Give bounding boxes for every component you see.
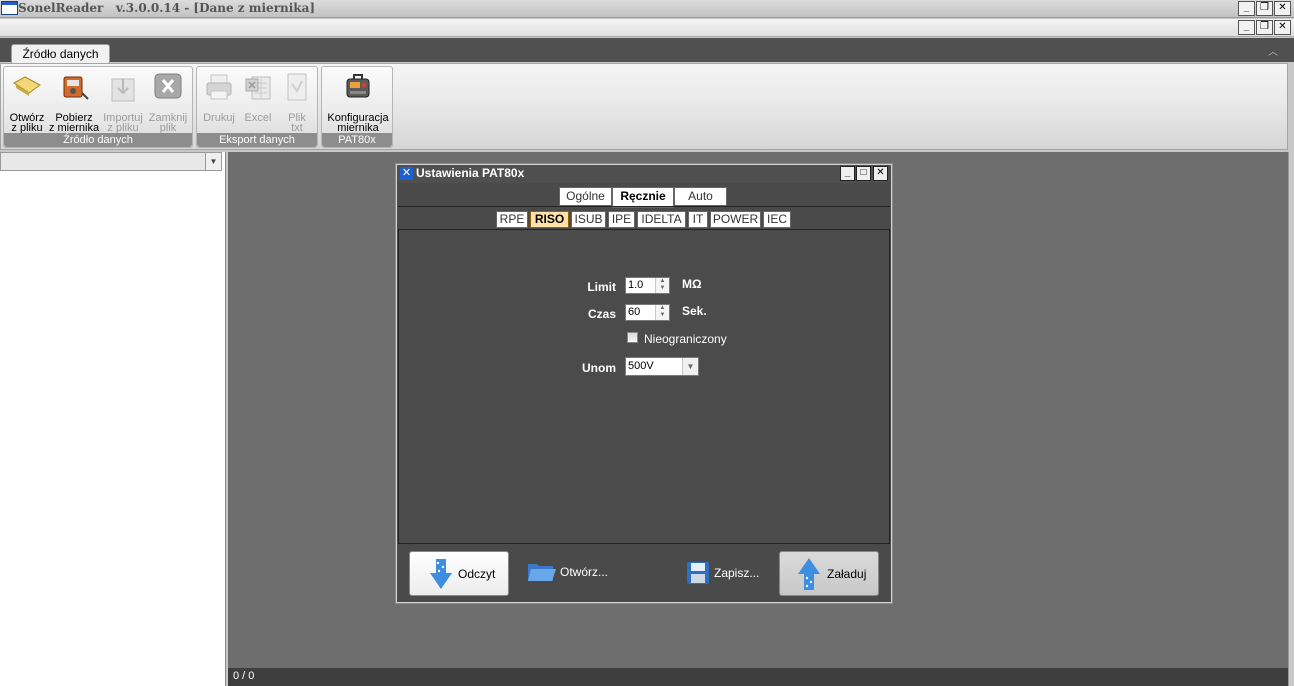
unom-value: 500V	[628, 360, 654, 372]
mdi-window-icon[interactable]	[1, 1, 18, 15]
unlimited-label[interactable]: Nieograniczony	[644, 332, 727, 346]
mdi-minimize-button[interactable]: _	[1238, 20, 1255, 35]
chevron-down-icon[interactable]: ▼	[205, 153, 221, 170]
subtab-iec[interactable]: IEC	[763, 211, 791, 228]
app-title: SonelReader v.3.0.0.14 - [Dane z miernik…	[18, 1, 316, 15]
subtab-it[interactable]: IT	[688, 211, 708, 228]
save-disk-icon[interactable]	[686, 561, 710, 585]
folder-open-icon	[13, 76, 41, 96]
czas-unit: Sek.	[682, 304, 707, 318]
unlimited-checkbox[interactable]	[627, 332, 638, 343]
czas-label: Czas	[587, 307, 616, 321]
chevron-down-icon[interactable]: ▼	[682, 358, 698, 375]
status-bar	[228, 668, 1288, 686]
subtab-isub[interactable]: ISUB	[571, 211, 606, 228]
save-button[interactable]: Zapisz...	[714, 566, 759, 580]
meter-config-label: Konfiguracja miernika	[327, 112, 389, 134]
spinner-arrows-icon[interactable]: ▲ ▼	[655, 278, 669, 293]
excel-icon	[245, 76, 271, 100]
import-file-button[interactable]: Importuj z pliku	[103, 69, 143, 134]
czas-spinner[interactable]: 60 ▲ ▼	[625, 304, 670, 321]
txt-export-label: Plik txt	[288, 112, 306, 134]
tab-auto[interactable]: Auto	[674, 187, 727, 206]
dialog-title: Ustawienia PAT80x	[416, 166, 525, 180]
source-combobox[interactable]: ▼	[0, 152, 222, 171]
open-file-button[interactable]: Otwórz z pliku	[7, 69, 47, 134]
ribbon-group-eksport: Drukuj Excel Plik txt Eksport danych	[196, 66, 318, 148]
ribbon-tab-strip	[0, 38, 1294, 62]
czas-value: 60	[628, 306, 641, 318]
read-button-label: Odczyt	[458, 567, 496, 581]
open-button[interactable]: Otwórz...	[560, 565, 608, 579]
minimize-button[interactable]: _	[1238, 1, 1255, 16]
read-button[interactable]: Odczyt	[409, 551, 509, 596]
subtab-power[interactable]: POWER	[710, 211, 761, 228]
restore-button[interactable]: ❐	[1256, 1, 1273, 16]
limit-value: 1.0	[628, 279, 644, 291]
open-file-label: Otwórz z pliku	[9, 112, 45, 134]
text-file-icon	[287, 73, 307, 101]
dialog-maximize-button[interactable]: □	[856, 166, 871, 181]
close-file-button[interactable]: Zamknij plik	[148, 69, 188, 134]
close-button[interactable]: ✕	[1274, 1, 1291, 16]
limit-spinner[interactable]: 1.0 ▲ ▼	[625, 277, 670, 294]
download-from-meter-button[interactable]: Pobierz z miernika	[49, 69, 99, 134]
ribbon-group-caption: Eksport danych	[197, 133, 317, 147]
meter-config-button[interactable]: Konfiguracja miernika	[326, 69, 390, 134]
tab-divider	[398, 206, 890, 207]
load-button-label: Załaduj	[827, 567, 867, 581]
import-arrow-icon	[111, 78, 135, 102]
record-counter: 0 / 0	[233, 670, 255, 682]
close-file-icon	[154, 73, 182, 99]
tab-recznie[interactable]: Ręcznie	[612, 187, 674, 208]
print-button[interactable]: Drukuj	[200, 69, 238, 133]
excel-export-button[interactable]: Excel	[239, 69, 277, 133]
txt-export-button[interactable]: Plik txt	[278, 69, 316, 134]
load-button[interactable]: Załaduj	[779, 551, 879, 596]
left-panel	[0, 152, 226, 686]
folder-icon[interactable]	[527, 561, 557, 583]
mdi-close-button[interactable]: ✕	[1274, 20, 1291, 35]
unom-select[interactable]: 500V ▼	[625, 357, 699, 376]
ribbon-group-pat80x: Konfiguracja miernika PAT80x	[321, 66, 393, 148]
window-edge	[1288, 152, 1294, 686]
arrow-up-icon	[798, 558, 820, 590]
ribbon-group-caption: Źródło danych	[4, 133, 192, 147]
chevron-up-icon[interactable]: ︿	[1268, 43, 1280, 58]
ribbon-group-zrodlo: Otwórz z pliku Pobierz z miernika Import…	[3, 66, 193, 148]
dialog-minimize-button[interactable]: _	[840, 166, 855, 181]
close-file-label: Zamknij plik	[148, 112, 188, 134]
meter-config-icon	[346, 74, 370, 98]
import-file-label: Importuj z pliku	[103, 112, 143, 134]
mdi-restore-button[interactable]: ❐	[1256, 20, 1273, 35]
restore-icon: ❐	[1260, 2, 1269, 13]
restore-icon: ❐	[1260, 21, 1269, 32]
arrow-down-icon	[430, 559, 452, 589]
limit-unit: MΩ	[682, 277, 702, 291]
subtab-riso[interactable]: RISO	[530, 211, 569, 228]
spinner-arrows-icon[interactable]: ▲ ▼	[655, 305, 669, 320]
limit-label: Limit	[587, 280, 616, 294]
subtab-rpe[interactable]: RPE	[496, 211, 528, 228]
meter-download-icon	[63, 76, 89, 100]
unom-label: Unom	[582, 361, 616, 375]
ribbon-group-caption: PAT80x	[322, 133, 392, 147]
download-from-meter-label: Pobierz z miernika	[48, 112, 100, 134]
mdi-bar	[0, 19, 1294, 37]
dialog-close-button[interactable]: ✕	[873, 166, 888, 181]
tab-zrodlo-danych[interactable]: Źródło danych	[11, 44, 110, 64]
dialog-app-icon: ✕	[400, 167, 413, 180]
ribbon-panel	[0, 63, 1288, 150]
printer-icon	[206, 74, 232, 100]
subtab-idelta[interactable]: IDELTA	[637, 211, 686, 228]
tab-ogolne[interactable]: Ogólne	[559, 187, 612, 206]
subtab-ipe[interactable]: IPE	[608, 211, 635, 228]
